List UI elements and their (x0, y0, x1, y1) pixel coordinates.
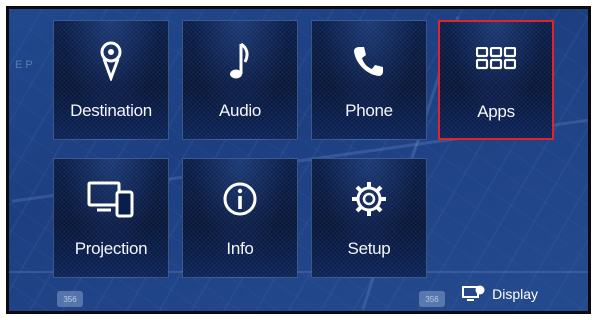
apps-label: Apps (477, 102, 515, 121)
audio-button[interactable]: Audio (182, 20, 298, 140)
display-label: Display (492, 286, 538, 302)
phone-label: Phone (345, 101, 393, 120)
destination-label: Destination (70, 101, 152, 120)
phone-button[interactable]: Phone (311, 20, 427, 140)
head-unit-screen: E P 356 356 Destination Audio Phone Apps… (6, 6, 591, 314)
audio-label: Audio (219, 101, 261, 120)
road-shield: 356 (419, 291, 445, 307)
projection-button[interactable]: Projection (53, 158, 169, 278)
app-grid-icon (440, 38, 552, 86)
screen-projection-icon (54, 175, 168, 223)
apps-button[interactable]: Apps (438, 20, 554, 140)
info-icon (183, 175, 297, 223)
projection-label: Projection (74, 239, 148, 258)
setup-label: Setup (347, 239, 391, 258)
destination-button[interactable]: Destination (53, 20, 169, 140)
road-shield: 356 (57, 291, 83, 307)
music-note-icon (183, 37, 297, 85)
setup-button[interactable]: Setup (311, 158, 427, 278)
map-label: E P (15, 59, 33, 71)
info-button[interactable]: Info (182, 158, 298, 278)
phone-handset-icon (312, 37, 426, 85)
display-button[interactable]: Display (462, 283, 538, 305)
info-label: Info (226, 239, 254, 258)
gear-icon (312, 175, 426, 223)
map-pin-icon (54, 37, 168, 85)
display-icon (462, 284, 486, 305)
